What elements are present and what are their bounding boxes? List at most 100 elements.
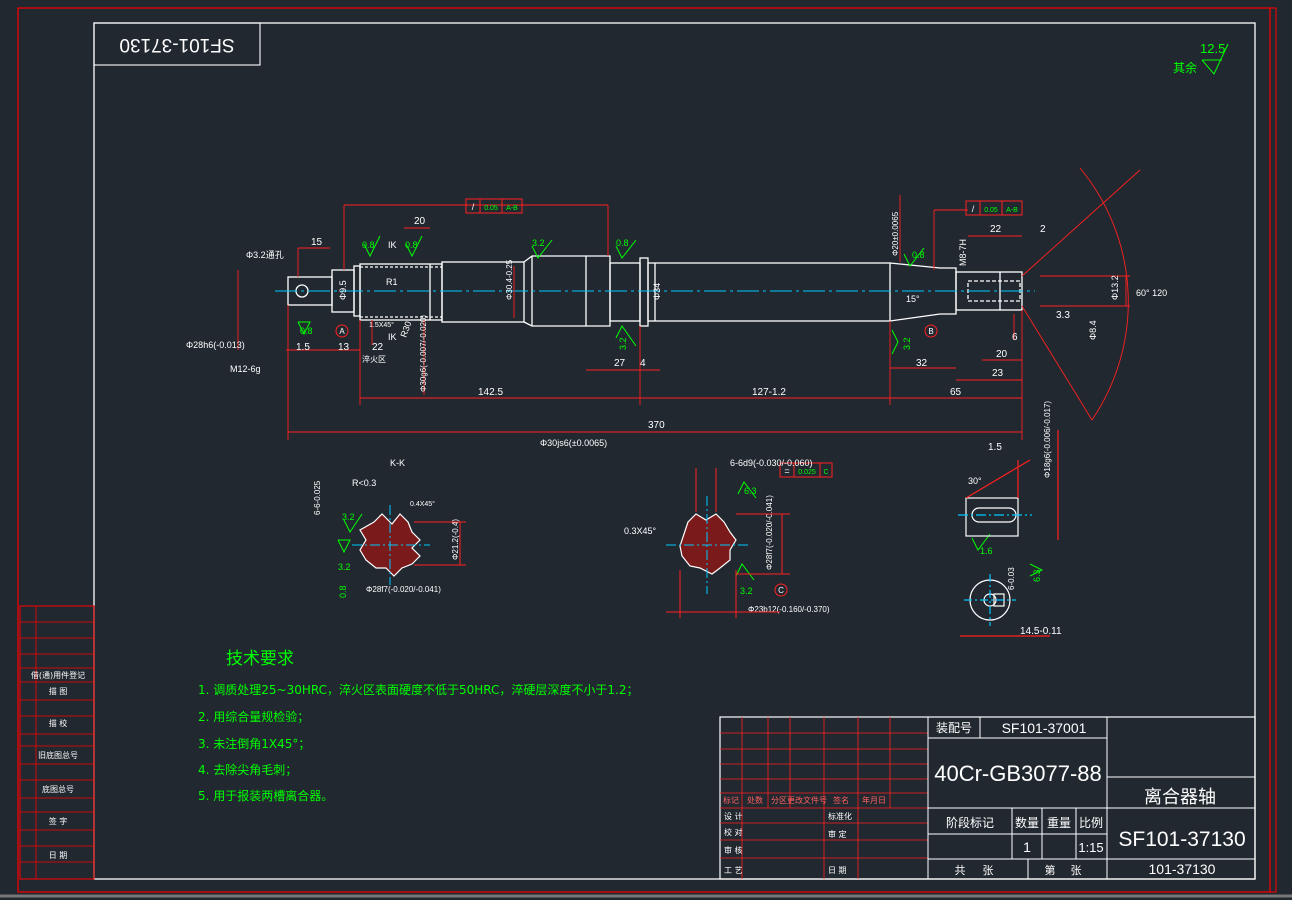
svg-text:101-37130: 101-37130 [1149,861,1216,877]
dimension-lines [237,167,1141,440]
svg-text:M8-7H: M8-7H [958,239,968,266]
svg-text:Φ30js6(±0.0065): Φ30js6(±0.0065) [540,438,607,448]
tol-frame-2: / 0.05 A-B [965,200,1023,216]
svg-text:4. 去除尖角毛刺；: 4. 去除尖角毛刺； [198,762,297,777]
svg-text:其余: 其余 [1173,60,1197,75]
svg-text:1.5: 1.5 [988,442,1002,453]
svg-text:Φ8.4: Φ8.4 [1088,320,1098,340]
svg-text:127-1.2: 127-1.2 [752,387,786,398]
svg-text:张: 张 [983,864,994,877]
svg-text:IK: IK [388,332,397,342]
svg-text:日 期: 日 期 [49,851,68,860]
svg-text:比例: 比例 [1079,816,1103,830]
svg-text:第: 第 [1045,863,1056,877]
svg-text:C: C [778,586,784,595]
svg-text:142.5: 142.5 [478,387,503,398]
svg-text:0.025: 0.025 [798,469,816,476]
svg-text:阶段标记: 阶段标记 [946,815,994,830]
svg-text:3.2: 3.2 [740,586,753,596]
svg-text:Φ28f7(-0.020/-0.041): Φ28f7(-0.020/-0.041) [765,495,774,570]
svg-text:Φ30.4-0.25: Φ30.4-0.25 [505,259,514,300]
svg-text:0.8: 0.8 [405,240,418,250]
svg-text:30°: 30° [968,476,982,486]
svg-text:B: B [928,327,933,336]
svg-text:0.8: 0.8 [912,250,925,260]
svg-text:审 核: 审 核 [724,845,743,855]
svg-text:工 艺: 工 艺 [724,866,743,875]
svg-text:6-6d9(-0.030/-0.060): 6-6d9(-0.030/-0.060) [730,458,813,468]
svg-text:15°: 15° [906,294,920,304]
svg-text:22: 22 [990,224,1002,235]
cad-drawing: SF101-37130 其余 12.5 / 0.05 A-B / 0.05 A-… [0,7,1292,898]
svg-text:/: / [972,204,975,214]
svg-text:1.6: 1.6 [980,546,993,556]
svg-text:Φ13.2: Φ13.2 [1110,275,1120,300]
svg-text:6: 6 [1012,332,1018,343]
svg-text:0.05: 0.05 [484,205,498,212]
corner-code: SF101-37130 [119,34,234,55]
outer-frame [17,7,1271,893]
side-panel: 借(通)用件登记 描 图 描 校 旧底图总号 底图总号 签 字 日 期 [19,605,95,880]
svg-text:6-0.03: 6-0.03 [1007,567,1016,590]
tech-title: 技术要求 [226,649,294,669]
svg-text:Φ28f7(-0.020/-0.041): Φ28f7(-0.020/-0.041) [366,585,441,594]
title-block: 标记 处数 分区 更改文件号 签名 年月日 设 计 校 对 审 核 工 艺 标准… [719,716,1256,880]
material-text: 40Cr-GB3077-88 [934,761,1102,786]
svg-text:23: 23 [992,368,1004,379]
svg-text:32: 32 [916,358,928,369]
svg-text:日 期: 日 期 [828,866,847,875]
svg-text:标记: 标记 [723,795,739,805]
svg-text:0.3X45°: 0.3X45° [624,526,657,536]
svg-text:重量: 重量 [1047,816,1071,830]
svg-text:1: 1 [1023,839,1031,855]
svg-text:更改文件号: 更改文件号 [787,795,827,805]
dimension-texts: 15 20 22 2 3.3 1.5 13 22 27 4 32 6 20 23… [296,216,1070,637]
roughness-other: 其余 12.5 [1173,41,1229,75]
svg-text:6.3: 6.3 [1032,569,1042,582]
svg-text:Φ3.2通孔: Φ3.2通孔 [246,250,284,260]
svg-text:14.5-0.11: 14.5-0.11 [1020,626,1062,637]
svg-text:Φ9.5: Φ9.5 [338,280,348,300]
svg-text:M12-6g: M12-6g [230,364,261,374]
svg-text:签 字: 签 字 [49,816,68,826]
svg-text:6.3: 6.3 [744,486,757,496]
drawing-number: SF101-37130 [1118,828,1245,851]
svg-text:15: 15 [311,237,323,248]
svg-text:1.5X45°: 1.5X45° [369,321,394,329]
svg-text:65: 65 [950,387,962,398]
svg-text:2. 用综合量规检验；: 2. 用综合量规检验； [198,709,309,724]
tech-requirements: 技术要求 1. 调质处理25~30HRC，淬火区表面硬度不低于50HRC，淬硬层… [198,649,639,803]
svg-text:1:15: 1:15 [1078,840,1103,855]
svg-text:5. 用于报装两槽离合器。: 5. 用于报装两槽离合器。 [198,788,333,803]
svg-text:4: 4 [640,358,646,369]
svg-text:0.8: 0.8 [616,238,629,248]
svg-text:2: 2 [1040,224,1046,235]
svg-text:R1: R1 [386,277,398,287]
svg-text:3. 未注倒角1X45°；: 3. 未注倒角1X45°； [198,736,310,751]
svg-text:校 对: 校 对 [724,827,743,837]
svg-text:审 定: 审 定 [828,829,847,839]
part-name: 离合器轴 [1144,787,1216,808]
svg-text:装配号: 装配号 [936,721,972,735]
svg-text:R<0.3: R<0.3 [352,478,376,488]
svg-text:设 计: 设 计 [724,811,743,821]
svg-text:描 校: 描 校 [49,718,68,728]
svg-text:年月日: 年月日 [862,795,886,805]
svg-text:0.8: 0.8 [338,585,348,598]
svg-text:底图总号: 底图总号 [42,784,74,794]
svg-text:0.4X45°: 0.4X45° [410,500,435,508]
svg-text:Φ23b12(-0.160/-0.370): Φ23b12(-0.160/-0.370) [748,605,830,614]
svg-text:签名: 签名 [833,795,849,805]
svg-text:0.8: 0.8 [300,326,313,336]
svg-text:1.5: 1.5 [296,342,310,353]
svg-text:3.2: 3.2 [618,337,628,350]
svg-text:3.3: 3.3 [1056,310,1070,321]
svg-text:Φ18g6(-0.006/-0.017): Φ18g6(-0.006/-0.017) [1043,401,1052,478]
svg-text:27: 27 [614,358,626,369]
svg-text:R30: R30 [398,320,413,339]
svg-text:3.2: 3.2 [902,337,912,350]
svg-text:3.2: 3.2 [342,512,355,522]
svg-text:3.2: 3.2 [338,562,351,572]
svg-text:张: 张 [1071,864,1082,877]
svg-text:旧底图总号: 旧底图总号 [38,750,78,760]
